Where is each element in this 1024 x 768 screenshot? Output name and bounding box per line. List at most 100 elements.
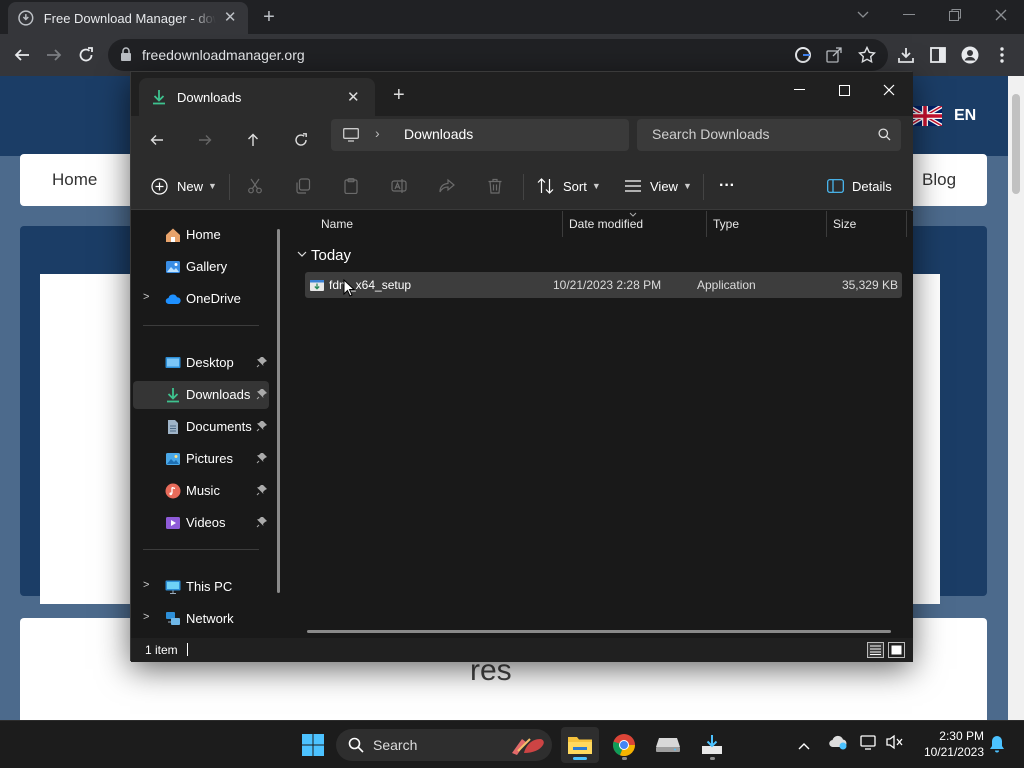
pin-icon[interactable] [256,484,268,496]
sidebar-item-network[interactable]: > Network [133,605,269,633]
pin-icon[interactable] [256,516,268,528]
start-button[interactable] [294,727,332,763]
pin-icon[interactable] [256,356,268,368]
page-scrollbar[interactable] [1008,76,1024,720]
sidebar-item-pictures[interactable]: Pictures [133,445,269,473]
explorer-address-bar[interactable]: › Downloads [331,119,629,151]
group-collapse-chevron-icon[interactable] [297,251,307,257]
file-list-horizontal-scrollbar[interactable] [307,630,891,633]
new-button[interactable]: New ▼ [151,174,217,198]
paste-icon[interactable] [343,174,359,198]
cut-icon[interactable] [247,174,263,198]
pin-icon[interactable] [256,420,268,432]
column-header-date-modified[interactable]: Date modified [569,217,643,231]
expand-chevron-icon[interactable]: > [143,579,149,591]
sidebar-item-downloads[interactable]: Downloads [133,381,269,409]
browser-restore-button[interactable] [932,0,978,30]
share-file-icon[interactable] [439,174,455,198]
navigation-pane-scrollbar[interactable] [277,229,280,593]
taskbar-chrome[interactable] [605,727,643,763]
copy-icon[interactable] [295,174,311,198]
browser-close-button[interactable] [978,0,1024,30]
taskbar-clock[interactable]: 2:30 PM 10/21/2023 [912,728,984,760]
show-hidden-icons-chevron-icon[interactable] [798,737,810,755]
explorer-back-icon[interactable] [145,128,169,152]
volume-muted-icon[interactable] [886,734,904,755]
back-arrow-icon[interactable] [10,43,34,67]
details-view-toggle[interactable] [867,642,884,658]
column-divider[interactable] [706,211,707,237]
pin-icon[interactable] [256,452,268,464]
view-button[interactable]: View ▼ [625,174,692,198]
details-pane-button[interactable]: Details [827,174,892,198]
explorer-tab[interactable]: Downloads ✕ [139,78,375,116]
explorer-search-box[interactable]: Search Downloads [637,119,901,151]
lock-icon[interactable] [120,47,132,61]
column-header-type[interactable]: Type [713,217,739,231]
sidebar-item-gallery[interactable]: Gallery [133,253,269,281]
notification-bell-icon[interactable] [989,735,1005,758]
explorer-refresh-icon[interactable] [289,128,313,152]
nav-home-link[interactable]: Home [52,170,97,190]
downloads-icon[interactable] [894,43,918,67]
tab-search-chevron-icon[interactable] [840,0,886,30]
tab-close-icon[interactable]: ✕ [222,10,238,26]
command-divider [703,174,704,200]
explorer-forward-icon[interactable] [193,128,217,152]
google-lens-icon[interactable] [794,46,812,64]
browser-tab[interactable]: Free Download Manager - download ✕ [8,2,248,34]
explorer-minimize-button[interactable] [776,76,822,104]
taskbar-fdm-installer[interactable] [693,727,731,763]
profile-avatar-icon[interactable] [958,43,982,67]
breadcrumb-downloads[interactable]: Downloads [404,126,473,142]
expand-chevron-icon[interactable]: > [143,611,149,623]
nav-blog-link[interactable]: Blog [922,170,956,190]
column-divider[interactable] [826,211,827,237]
column-header-name[interactable]: Name [321,217,353,231]
new-tab-button[interactable]: + [258,7,280,29]
address-bar[interactable]: freedownloadmanager.org [108,39,888,71]
sidebar-item-home[interactable]: Home [133,221,269,249]
sidebar-item-onedrive[interactable]: > OneDrive [133,285,269,313]
breadcrumb-chevron-icon[interactable]: › [375,125,380,141]
see-more-button[interactable]: ··· [719,174,735,198]
chrome-menu-icon[interactable] [990,43,1014,67]
group-header-today[interactable]: Today [311,247,351,264]
uk-flag-icon [908,106,942,126]
sidebar-item-desktop[interactable]: Desktop [133,349,269,377]
file-row[interactable]: fdm_x64_setup 10/21/2023 2:28 PM Applica… [305,272,902,298]
column-divider[interactable] [906,211,907,237]
rename-icon[interactable] [391,174,407,198]
page-scroll-thumb[interactable] [1012,94,1020,194]
language-selector[interactable]: EN [908,106,976,126]
browser-minimize-button[interactable] [886,0,932,30]
onedrive-sync-icon[interactable] [828,734,848,755]
bookmark-star-icon[interactable] [858,46,876,64]
taskbar-search-box[interactable]: Search [336,729,552,761]
reload-icon[interactable] [74,43,98,67]
taskbar-drive-app[interactable] [649,727,687,763]
column-divider[interactable] [562,211,563,237]
explorer-tab-close-icon[interactable]: ✕ [347,88,360,106]
display-icon[interactable] [860,734,878,755]
sort-button[interactable]: Sort ▼ [537,174,601,198]
share-icon[interactable] [826,47,842,63]
this-pc-monitor-icon[interactable] [343,128,359,142]
pin-icon[interactable] [256,388,268,400]
delete-icon[interactable] [487,174,503,198]
sidebar-item-documents[interactable]: Documents [133,413,269,441]
sidebar-item-this-pc[interactable]: > This PC [133,573,269,601]
taskbar-file-explorer[interactable] [561,727,599,763]
explorer-close-button[interactable] [866,76,912,104]
explorer-maximize-button[interactable] [821,76,867,104]
sidebar-item-label: Home [186,227,221,242]
sidebar-item-videos[interactable]: Videos [133,509,269,537]
forward-arrow-icon[interactable] [42,43,66,67]
explorer-new-tab-button[interactable]: + [393,84,405,107]
expand-chevron-icon[interactable]: > [143,291,149,303]
column-header-size[interactable]: Size [833,217,856,231]
side-panel-icon[interactable] [926,43,950,67]
tiles-view-toggle[interactable] [888,642,905,658]
sidebar-item-music[interactable]: Music [133,477,269,505]
explorer-up-icon[interactable] [241,128,265,152]
